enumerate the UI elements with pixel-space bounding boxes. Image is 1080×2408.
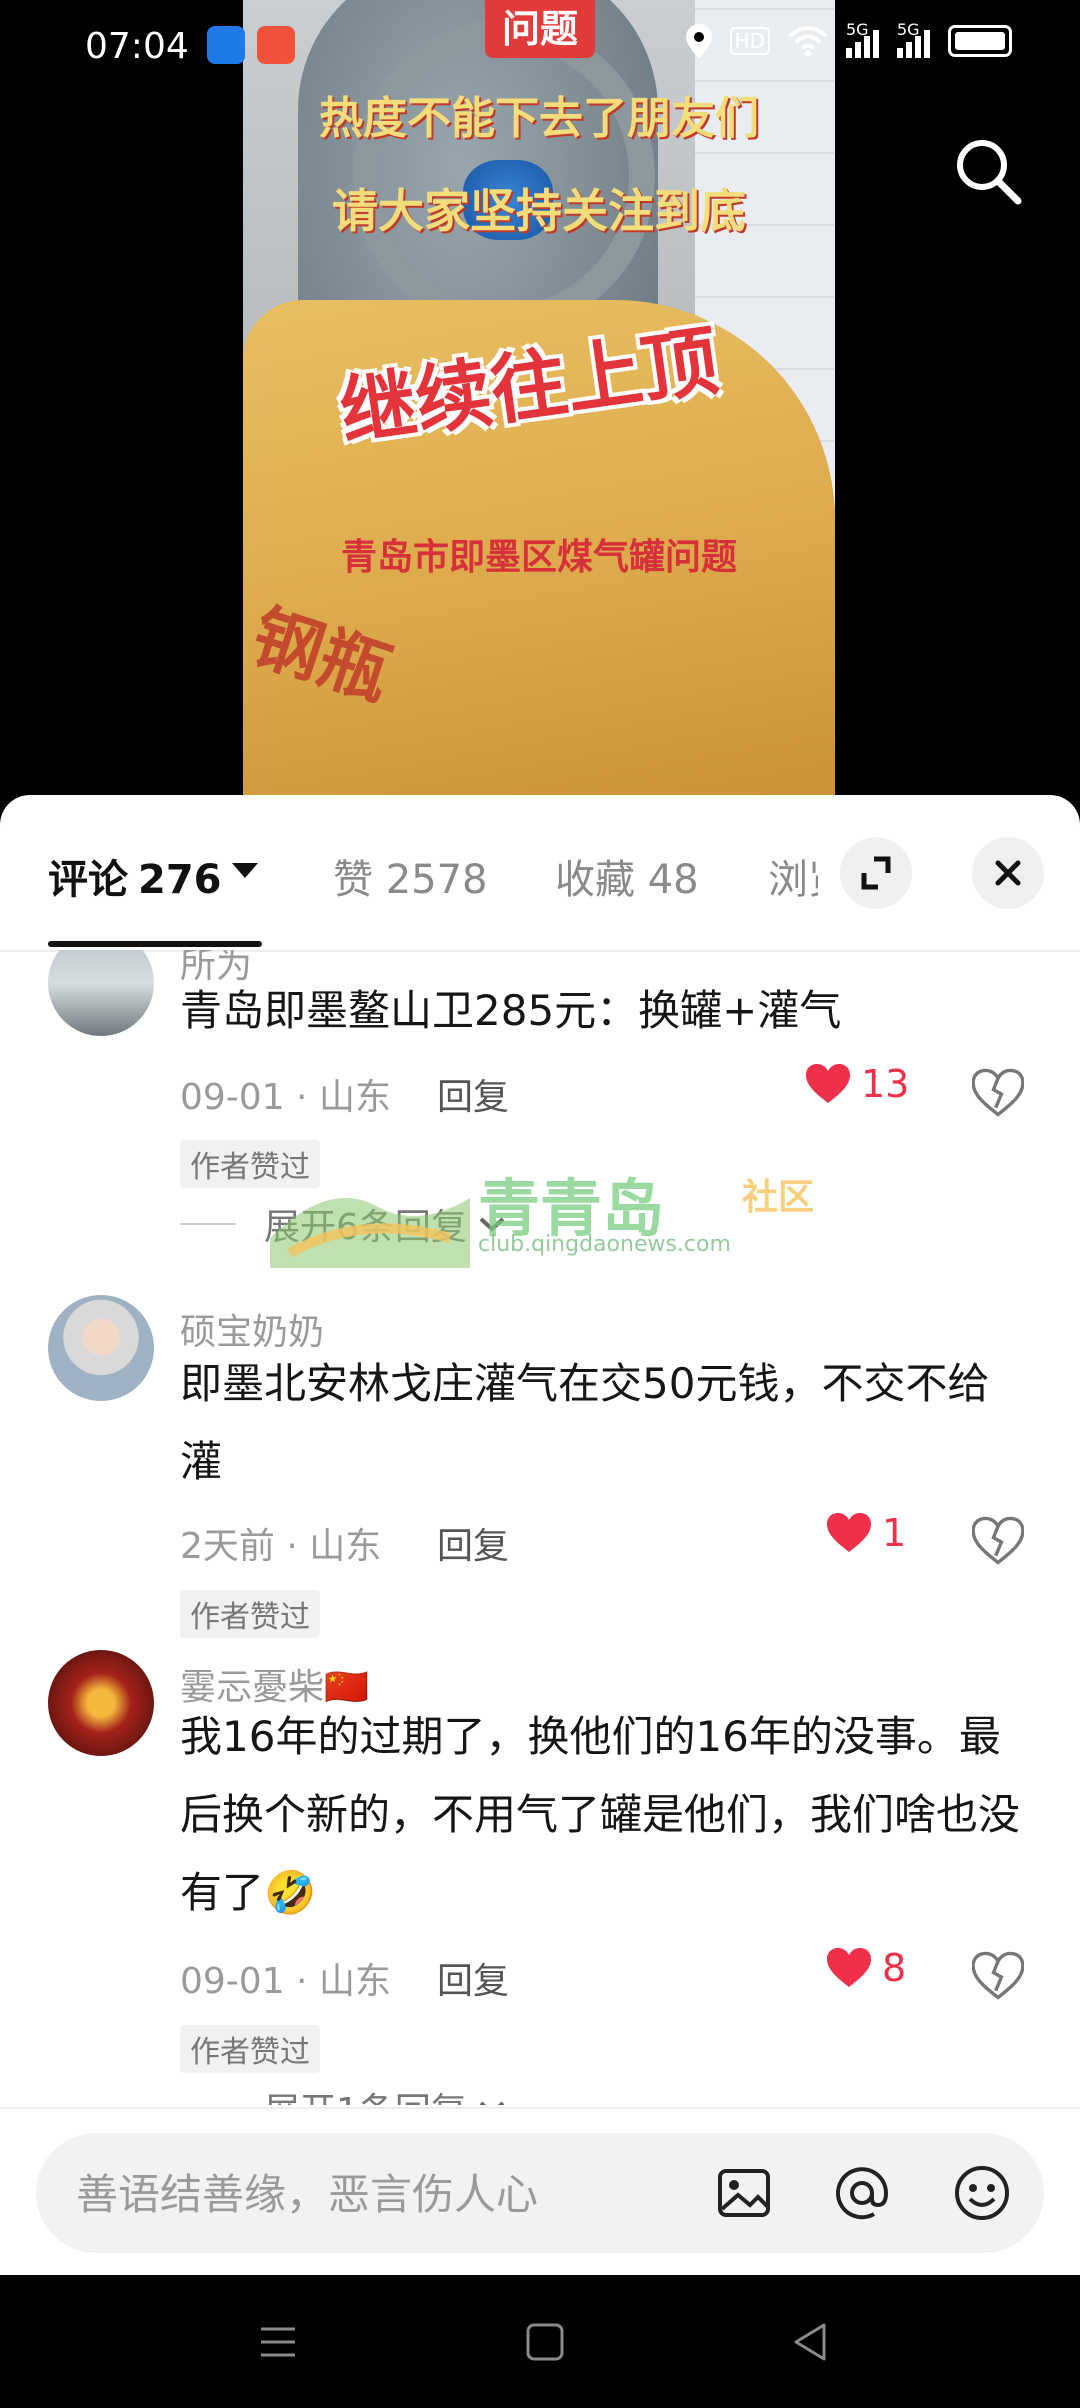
signal-5g-icon: 5G [846,20,879,58]
mention-icon[interactable] [832,2163,892,2223]
notification-app-icon [207,26,245,64]
hd-icon: HD [729,27,770,55]
sheet-tabs: 评论276 赞 2578 收藏 48 浏览 [0,795,1080,952]
status-bar: 07:04 HD 5G 5G [0,0,1080,96]
back-icon[interactable] [788,2319,834,2365]
tab-favorites[interactable]: 收藏 48 [555,847,699,905]
tab-active-indicator [48,941,262,947]
like-count: 8 [882,1946,907,1990]
emoji-icon[interactable] [952,2163,1012,2223]
status-time: 07:04 [85,26,189,67]
author-liked-badge: 作者赞过 [180,1590,320,1638]
video-caption-line2: 请大家坚持关注到底 [332,184,746,238]
comment-input[interactable] [74,2163,678,2225]
like-count: 13 [861,1062,910,1106]
comment-list[interactable]: 所为 青岛即墨鳌山卫285元：换罐+灌气 09-01 · 山东 回复 13 作者… [0,950,1080,2105]
close-icon [995,860,1021,886]
tab-comments-label: 评论 [48,857,128,903]
avatar[interactable] [48,1650,154,1756]
like-button[interactable]: 1 [826,1511,906,1555]
expand-replies-button[interactable]: 展开1条回复 [180,2082,509,2105]
comment-date: 09-01 · 山东 [180,1077,391,1118]
chevron-down-icon [479,1217,505,1232]
dislike-icon[interactable] [972,1067,1024,1119]
wifi-icon [788,26,828,56]
divider [180,1223,236,1225]
search-icon[interactable] [952,135,1024,207]
reply-button[interactable]: 回复 [437,1952,509,2004]
expand-replies-label: 展开6条回复 [264,1207,467,1248]
heart-icon [827,1513,871,1552]
expand-replies-label: 展开1条回复 [264,2082,467,2105]
tab-views[interactable]: 浏览 [768,847,818,905]
chevron-down-icon [479,2101,505,2105]
signal-5g-icon: 5G [897,20,930,58]
close-button[interactable] [972,837,1044,909]
avatar[interactable] [48,1295,154,1401]
like-count: 1 [882,1511,907,1555]
image-icon[interactable] [714,2163,774,2223]
comment-text[interactable]: 我16年的过期了，换他们的16年的没事。最后换个新的，不用气了罐是他们，我们啥也… [180,1698,1020,1932]
system-nav-bar [0,2275,1080,2408]
comment-date: 2天前 · 山东 [180,1526,382,1567]
author-liked-badge: 作者赞过 [180,2025,320,2073]
like-button[interactable]: 13 [805,1062,909,1106]
video-caption-subtitle: 青岛市即墨区煤气罐问题 [340,537,737,578]
comment-sheet: 评论276 赞 2578 收藏 48 浏览 所为 青岛即墨鳌山卫285元：换罐+… [0,795,1080,2275]
heart-icon [827,1948,871,1987]
tab-comments[interactable]: 评论 276 [48,847,222,905]
expand-icon [861,856,891,890]
comment-input-bar [0,2107,1080,2277]
comment-input-container [36,2133,1044,2253]
notification-app-icon [257,26,295,64]
location-icon [685,24,712,58]
reply-button[interactable]: 回复 [437,1068,509,1120]
home-icon[interactable] [522,2319,568,2365]
dislike-icon[interactable] [972,1950,1024,2002]
expand-button[interactable] [840,837,912,909]
comment-text[interactable]: 即墨北安林戈庄灌气在交50元钱，不交不给灌 [180,1345,1020,1501]
avatar[interactable] [48,950,154,1036]
like-button[interactable]: 8 [826,1946,906,1990]
expand-replies-button[interactable]: 展开6条回复 [180,1198,509,1250]
author-liked-badge: 作者赞过 [180,1140,320,1188]
battery-icon [948,25,1012,57]
sort-dropdown-icon[interactable] [232,863,258,878]
video-player[interactable]: 钢瓶 热度不能下去了朋友们 请大家坚持关注到底 继续往上顶 青岛市即墨区煤气罐问… [0,0,1080,800]
dislike-icon[interactable] [972,1515,1024,1567]
tab-comments-count: 276 [138,857,222,903]
comment-text[interactable]: 青岛即墨鳌山卫285元：换罐+灌气 [180,972,1020,1050]
video-frame: 钢瓶 热度不能下去了朋友们 请大家坚持关注到底 继续往上顶 青岛市即墨区煤气罐问… [243,0,835,800]
menu-icon[interactable] [255,2319,301,2365]
reply-button[interactable]: 回复 [437,1517,509,1569]
tab-likes[interactable]: 赞 2578 [333,847,488,905]
status-icons: HD 5G 5G [685,20,1012,58]
comment-date: 09-01 · 山东 [180,1961,391,2002]
heart-icon [806,1064,850,1103]
